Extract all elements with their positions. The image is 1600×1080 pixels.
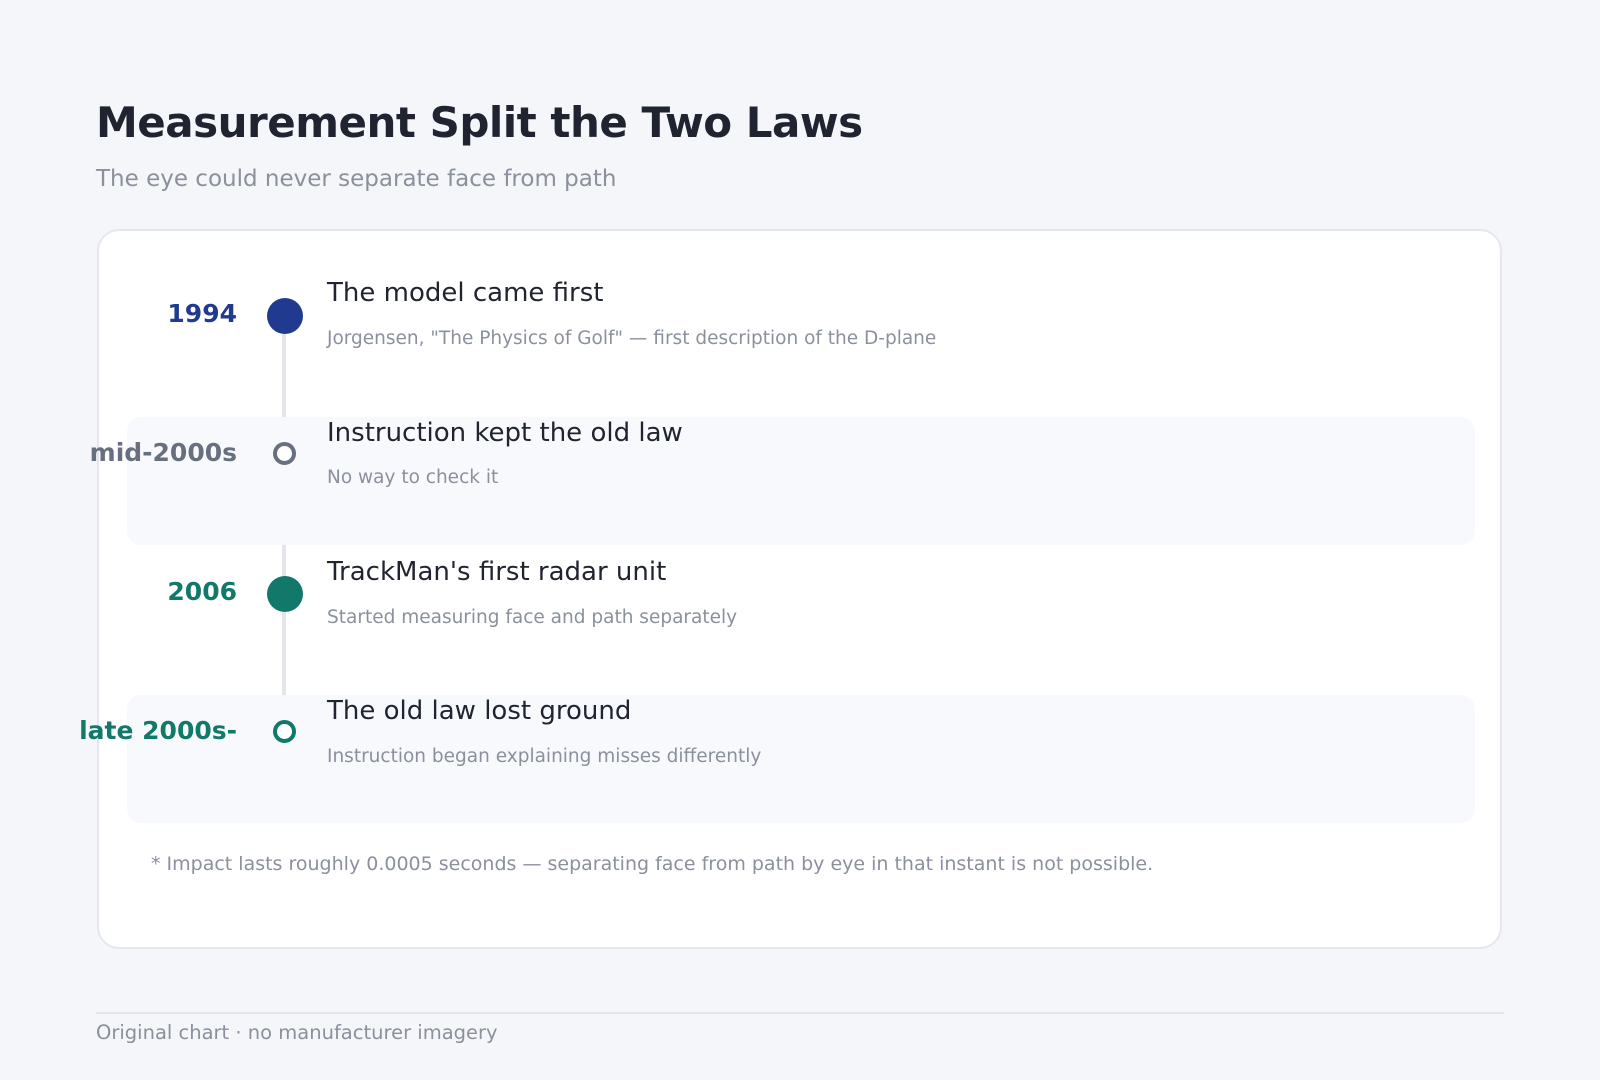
footer-caption: Original chart · no manufacturer imagery [96,1021,498,1044]
event-title: The model came first [327,278,604,308]
timeline-connector [282,321,286,417]
event-description: Started measuring face and path separate… [327,607,738,628]
timeline-marker-filled [267,298,303,334]
event-title: Instruction kept the old law [327,418,683,448]
event-description: Instruction began explaining misses diff… [327,746,762,767]
page-subtitle: The eye could never separate face from p… [96,166,617,192]
timeline-date: mid-2000s [89,438,237,467]
event-title: TrackMan's first radar unit [327,557,667,587]
timeline-marker-hollow [273,442,296,465]
timeline-card: 1994 The model came first Jorgensen, "Th… [79,229,1502,949]
timeline-marker-filled [267,576,303,612]
timeline-marker-hollow [273,720,296,743]
footer-divider [96,1012,1504,1014]
footnote: * Impact lasts roughly 0.0005 seconds — … [151,853,1154,875]
timeline-date: late 2000s- [79,716,237,745]
timeline-date: 1994 [167,299,237,328]
event-description: No way to check it [327,467,499,488]
event-description: Jorgensen, "The Physics of Golf" — first… [327,328,937,349]
timeline-connector [282,545,286,695]
page-title: Measurement Split the Two Laws [96,98,863,147]
timeline-date: 2006 [167,577,237,606]
event-title: The old law lost ground [327,696,632,726]
